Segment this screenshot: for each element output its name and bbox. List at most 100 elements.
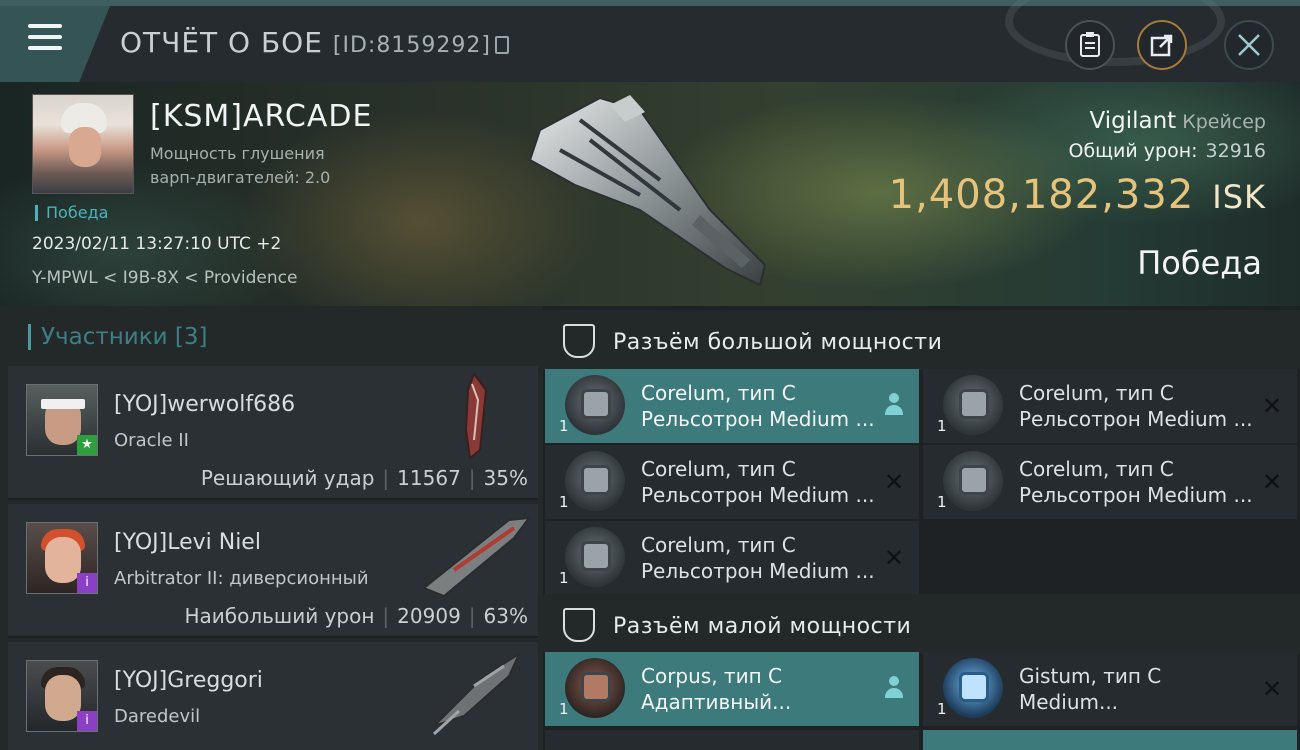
module-quantity: 1 (937, 417, 947, 435)
isk-unit: ISK (1212, 178, 1266, 216)
module-quantity: 1 (559, 417, 569, 435)
ship-image (528, 95, 767, 287)
page-title: ОТЧЁТ О БОЕ [ID:8159292] (120, 26, 509, 59)
destroyed-icon: ✕ (1261, 392, 1283, 420)
module-name: Corelum, тип C (641, 381, 796, 405)
battle-location: Y-MPWL < I9B-8X < Providence (32, 268, 298, 288)
participant-ship-image (422, 516, 532, 598)
pilot-name[interactable]: [KSM]ARCADE (150, 99, 372, 134)
module-desc: Рельсотрон Medium ... (641, 407, 875, 431)
isk-value: 1,408,182,332 ISK (889, 172, 1266, 218)
module-name: Corelum, тип C (641, 533, 796, 557)
module-quantity: 1 (937, 493, 947, 511)
module-desc: Medium... (1019, 690, 1119, 714)
module-slot[interactable]: 1 Gistum, тип C Medium... ✕ (923, 652, 1297, 726)
ship-name: Vigilant (1089, 108, 1177, 134)
low-slot-icon (563, 608, 595, 642)
module-desc: Рельсотрон Medium ... (641, 483, 875, 507)
top-bar: ОТЧЁТ О БОЕ [ID:8159292] (0, 0, 1300, 82)
total-damage: Общий урон: 32916 (1068, 140, 1266, 162)
module-name: Gistum, тип C (1019, 664, 1162, 688)
module-slot-partial[interactable] (923, 730, 1297, 750)
damage-percent: 63% (483, 604, 528, 628)
participant-ship: Daredevil (114, 706, 201, 727)
module-quantity: 1 (559, 700, 569, 718)
module-slot[interactable]: 1 Corelum, тип C Рельсотрон Medium ... ✕ (923, 445, 1297, 519)
total-damage-label: Общий урон: (1068, 140, 1198, 162)
clipboard-button[interactable] (1065, 20, 1115, 70)
battle-id: [ID:8159292] (332, 33, 491, 58)
participants-header: Участники [3] (28, 324, 207, 350)
star-badge-icon: ★ (77, 435, 97, 455)
ship-class: Крейсер (1182, 111, 1266, 133)
damage-percent: 35% (483, 466, 528, 490)
title-text: ОТЧЁТ О БОЕ (120, 26, 323, 59)
fitting-panel: Разъём большой мощности 1 Corelum, тип C… (543, 306, 1300, 750)
participant-ship-image (432, 651, 522, 736)
damage-value: 11567 (397, 466, 461, 490)
destroyed-icon: ✕ (1261, 675, 1283, 703)
close-button[interactable] (1224, 20, 1274, 70)
pilot-icon (883, 676, 905, 700)
participant-ship: Arbitrator II: диверсионный (114, 568, 369, 589)
module-quantity: 1 (937, 700, 947, 718)
module-slot-partial[interactable] (545, 730, 919, 750)
info-badge-icon: i (77, 711, 97, 731)
stat-label: Наибольший урон (184, 604, 375, 628)
battle-timestamp: 2023/02/11 13:27:10 UTC +2 (32, 234, 282, 254)
pilot-warp-info: Мощность глушения варп-двигателей: 2.0 (150, 144, 331, 187)
ship-type: Vigilant Крейсер (1090, 108, 1267, 134)
damage-value: 20909 (397, 604, 461, 628)
participant-ship-image (464, 371, 488, 460)
armor-icon (565, 658, 625, 718)
module-slot[interactable]: 1 Corelum, тип C Рельсотрон Medium ... ✕ (545, 521, 919, 595)
pilot-avatar[interactable] (32, 94, 134, 194)
participant-stats: Наибольший урон | 20909 | 63% (184, 604, 528, 628)
menu-button[interactable] (0, 6, 110, 82)
shield-booster-icon (943, 658, 1003, 718)
high-slot-title: Разъём большой мощности (613, 330, 943, 355)
hamburger-icon (28, 24, 62, 54)
module-slot[interactable]: 1 Corelum, тип C Рельсотрон Medium ... ✕ (545, 445, 919, 519)
destroyed-icon: ✕ (883, 468, 905, 496)
participant-avatar: ★ (26, 384, 98, 456)
module-desc: Адаптивный... (641, 690, 792, 714)
total-damage-value: 32916 (1205, 140, 1266, 162)
module-name: Corelum, тип C (1019, 381, 1174, 405)
clipboard-icon (1080, 32, 1100, 57)
copy-icon[interactable] (494, 36, 509, 54)
participant-card[interactable]: i [YOJ]Greggori Daredevil (8, 642, 538, 750)
module-name: Corelum, тип C (641, 457, 796, 481)
battle-summary: [KSM]ARCADE Мощность глушения варп-двига… (0, 82, 1300, 306)
close-icon (1238, 34, 1260, 56)
low-slot-header: Разъём малой мощности (543, 594, 1300, 654)
module-name: Corpus, тип C (641, 664, 782, 688)
participant-ship: Oracle II (114, 430, 189, 451)
share-button[interactable] (1137, 20, 1187, 70)
destroyed-icon: ✕ (1261, 468, 1283, 496)
module-slot[interactable]: 1 Corelum, тип C Рельсотрон Medium ... ✕ (923, 369, 1297, 443)
module-desc: Рельсотрон Medium ... (1019, 483, 1253, 507)
pilot-icon (883, 393, 905, 417)
stat-label: Решающий удар (200, 466, 375, 490)
module-desc: Рельсотрон Medium ... (1019, 407, 1253, 431)
module-name: Corelum, тип C (1019, 457, 1174, 481)
participant-card[interactable]: i [YOJ]Levi Niel Arbitrator II: диверсио… (8, 504, 538, 638)
high-slot-header: Разъём большой мощности (543, 310, 1300, 370)
railgun-icon (943, 451, 1003, 511)
destroyed-icon: ✕ (883, 544, 905, 572)
railgun-icon (565, 527, 625, 587)
module-quantity: 1 (559, 569, 569, 587)
railgun-icon (565, 451, 625, 511)
low-slot-title: Разъём малой мощности (613, 614, 912, 639)
railgun-icon (565, 375, 625, 435)
module-slot[interactable]: 1 Corpus, тип C Адаптивный... (545, 652, 919, 726)
participant-avatar: i (26, 522, 98, 594)
participant-name: [YOJ]werwolf686 (114, 392, 296, 417)
railgun-icon (943, 375, 1003, 435)
participant-card[interactable]: ★ [YOJ]werwolf686 Oracle II Решающий уда… (8, 366, 538, 500)
participants-panel: Участники [3] ★ [YOJ]werwolf686 Oracle I… (0, 306, 543, 750)
result-tag: Победа (35, 205, 108, 221)
module-slot[interactable]: 1 Corelum, тип C Рельсотрон Medium ... (545, 369, 919, 443)
info-badge-icon: i (77, 573, 97, 593)
